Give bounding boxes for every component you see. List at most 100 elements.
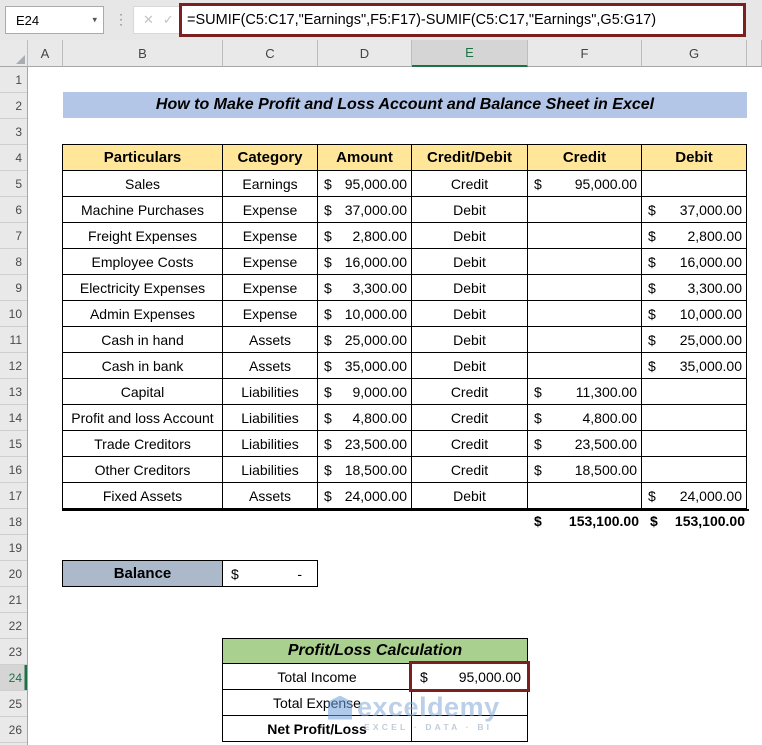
cell-G10[interactable]: $10,000.00 (642, 301, 747, 327)
cell-B6[interactable]: Machine Purchases (63, 197, 223, 223)
row-header-16[interactable]: 16 (0, 457, 27, 483)
row-header-22[interactable]: 22 (0, 613, 27, 639)
cancel-icon[interactable]: ✕ (143, 12, 154, 28)
cell-E7[interactable]: Debit (412, 223, 528, 249)
row-header-10[interactable]: 10 (0, 301, 27, 327)
cell-G8[interactable]: $16,000.00 (642, 249, 747, 275)
row-header-3[interactable]: 3 (0, 119, 27, 145)
cell-E8[interactable]: Debit (412, 249, 528, 275)
cell-G9[interactable]: $3,300.00 (642, 275, 747, 301)
enter-icon[interactable]: ✓ (163, 12, 174, 28)
row-header-18[interactable]: 18 (0, 509, 27, 535)
cell-D16[interactable]: $18,500.00 (318, 457, 412, 483)
cell-B11[interactable]: Cash in hand (63, 327, 223, 353)
cell-B13[interactable]: Capital (63, 379, 223, 405)
cell-E17[interactable]: Debit (412, 483, 528, 509)
cell-E14[interactable]: Credit (412, 405, 528, 431)
cell-D17[interactable]: $24,000.00 (318, 483, 412, 509)
net-profit-loss-label-cell[interactable]: Net Profit/Loss (222, 716, 412, 742)
cell-F15[interactable]: $23,500.00 (528, 431, 642, 457)
cell-D12[interactable]: $35,000.00 (318, 353, 412, 379)
cell-F12[interactable] (528, 353, 642, 379)
total-debit-cell[interactable]: $ 153,100.00 (642, 508, 747, 534)
name-box-dropdown-icon[interactable]: ▾ (92, 15, 97, 26)
cell-G5[interactable] (642, 171, 747, 197)
column-header-A[interactable]: A (28, 40, 63, 67)
cell-G6[interactable]: $37,000.00 (642, 197, 747, 223)
cell-G7[interactable]: $2,800.00 (642, 223, 747, 249)
row-header-6[interactable]: 6 (0, 197, 27, 223)
row-header-5[interactable]: 5 (0, 171, 27, 197)
cell-E12[interactable]: Debit (412, 353, 528, 379)
name-box[interactable]: E24 ▾ (5, 6, 104, 34)
cell-F9[interactable] (528, 275, 642, 301)
cell-E10[interactable]: Debit (412, 301, 528, 327)
cell-C14[interactable]: Liabilities (223, 405, 318, 431)
total-credit-cell[interactable]: $ 153,100.00 (528, 508, 642, 534)
cell-C15[interactable]: Liabilities (223, 431, 318, 457)
column-header-D[interactable]: D (318, 40, 412, 67)
cell-D6[interactable]: $37,000.00 (318, 197, 412, 223)
row-header-24[interactable]: 24 (0, 665, 27, 691)
cell-F13[interactable]: $11,300.00 (528, 379, 642, 405)
cell-G12[interactable]: $35,000.00 (642, 353, 747, 379)
cell-B9[interactable]: Electricity Expenses (63, 275, 223, 301)
cell-F10[interactable] (528, 301, 642, 327)
cell-B8[interactable]: Employee Costs (63, 249, 223, 275)
cell-G13[interactable] (642, 379, 747, 405)
row-header-1[interactable]: 1 (0, 67, 27, 93)
row-header-4[interactable]: 4 (0, 145, 27, 171)
cell-B12[interactable]: Cash in bank (63, 353, 223, 379)
cell-B10[interactable]: Admin Expenses (63, 301, 223, 327)
cell-F16[interactable]: $18,500.00 (528, 457, 642, 483)
cell-E16[interactable]: Credit (412, 457, 528, 483)
cell-B7[interactable]: Freight Expenses (63, 223, 223, 249)
cell-G11[interactable]: $25,000.00 (642, 327, 747, 353)
cell-F6[interactable] (528, 197, 642, 223)
cell-G16[interactable] (642, 457, 747, 483)
cell-B5[interactable]: Sales (63, 171, 223, 197)
row-header-11[interactable]: 11 (0, 327, 27, 353)
column-header-B[interactable]: B (63, 40, 223, 67)
total-income-label-cell[interactable]: Total Income (222, 664, 412, 690)
row-header-25[interactable]: 25 (0, 691, 27, 717)
cell-E13[interactable]: Credit (412, 379, 528, 405)
cell-F8[interactable] (528, 249, 642, 275)
cell-C13[interactable]: Liabilities (223, 379, 318, 405)
column-header-G[interactable]: G (642, 40, 747, 67)
cell-C9[interactable]: Expense (223, 275, 318, 301)
cell-F17[interactable] (528, 483, 642, 509)
cell-B16[interactable]: Other Creditors (63, 457, 223, 483)
cell-B4[interactable]: Particulars (63, 145, 223, 171)
cell-G17[interactable]: $24,000.00 (642, 483, 747, 509)
cell-D7[interactable]: $2,800.00 (318, 223, 412, 249)
row-header-9[interactable]: 9 (0, 275, 27, 301)
row-header-26[interactable]: 26 (0, 717, 27, 743)
cell-F5[interactable]: $95,000.00 (528, 171, 642, 197)
row-header-2[interactable]: 2 (0, 93, 27, 119)
cell-C11[interactable]: Assets (223, 327, 318, 353)
profit-loss-title-cell[interactable]: Profit/Loss Calculation (222, 638, 528, 664)
worksheet-title-cell[interactable]: How to Make Profit and Loss Account and … (63, 92, 747, 118)
cell-B17[interactable]: Fixed Assets (63, 483, 223, 509)
cell-F4[interactable]: Credit (528, 145, 642, 171)
cell-D13[interactable]: $9,000.00 (318, 379, 412, 405)
row-header-21[interactable]: 21 (0, 587, 27, 613)
cell-E11[interactable]: Debit (412, 327, 528, 353)
column-header-C[interactable]: C (223, 40, 318, 67)
cell-B15[interactable]: Trade Creditors (63, 431, 223, 457)
cell-D4[interactable]: Amount (318, 145, 412, 171)
row-header-20[interactable]: 20 (0, 561, 27, 587)
cell-C12[interactable]: Assets (223, 353, 318, 379)
cell-G15[interactable] (642, 431, 747, 457)
cell-D10[interactable]: $10,000.00 (318, 301, 412, 327)
cell-B14[interactable]: Profit and loss Account (63, 405, 223, 431)
cell-F11[interactable] (528, 327, 642, 353)
cell-C17[interactable]: Assets (223, 483, 318, 509)
cell-D8[interactable]: $16,000.00 (318, 249, 412, 275)
cell-C8[interactable]: Expense (223, 249, 318, 275)
cell-E6[interactable]: Debit (412, 197, 528, 223)
net-profit-loss-value-cell[interactable] (412, 716, 528, 742)
cell-C10[interactable]: Expense (223, 301, 318, 327)
row-header-12[interactable]: 12 (0, 353, 27, 379)
